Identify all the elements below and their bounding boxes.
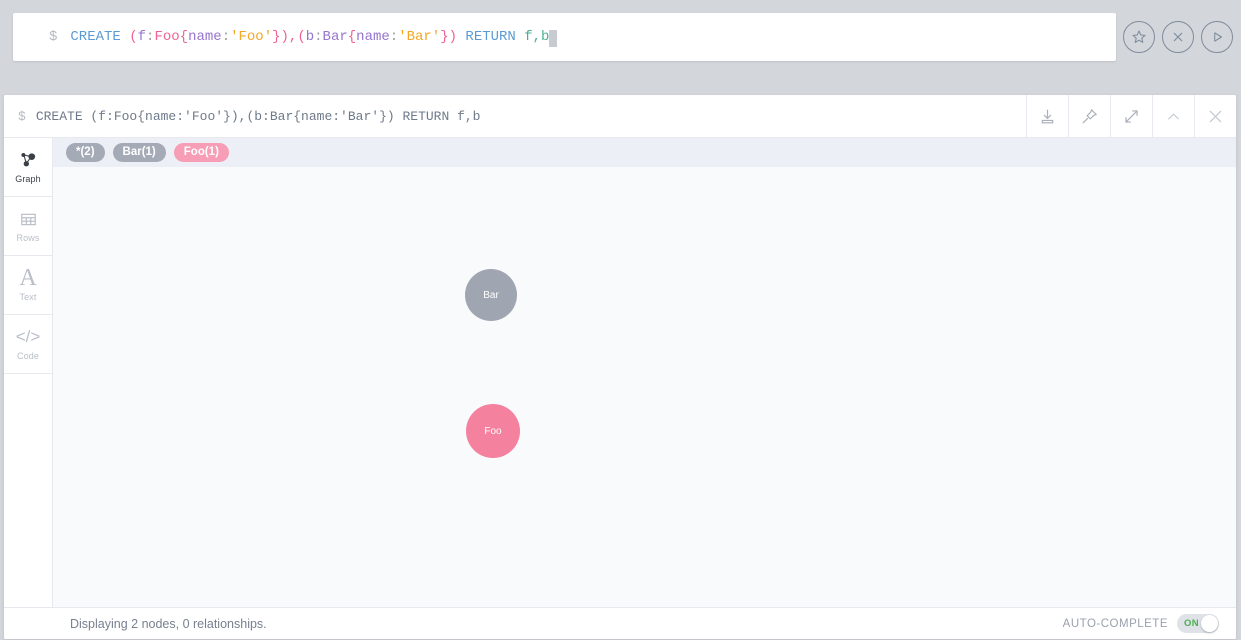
autocomplete-label: AUTO-COMPLETE	[1063, 618, 1168, 630]
sidebar-item-text[interactable]: A Text	[4, 256, 52, 315]
query-token-16: Bar	[323, 29, 348, 45]
code-icon: </>	[16, 327, 41, 347]
query-token-2: (	[129, 29, 137, 45]
status-message: Displaying 2 nodes, 0 relationships.	[70, 617, 267, 631]
editor-action-buttons	[1123, 13, 1233, 61]
graph-view: *(2) Bar(1) Foo(1) Bar Foo	[53, 138, 1236, 609]
pin-icon	[1080, 107, 1099, 126]
query-token-24: RETURN	[465, 29, 515, 45]
label-chip[interactable]: Foo(1)	[174, 143, 229, 162]
query-token-0: CREATE	[70, 29, 120, 45]
toggle-knob	[1201, 615, 1218, 632]
query-token-18: name	[356, 29, 390, 45]
query-token-21: }	[440, 29, 448, 45]
editor-prompt: $	[49, 30, 57, 44]
sidebar-item-text-label: Text	[20, 292, 37, 302]
autocomplete-toggle[interactable]: ON	[1177, 614, 1219, 633]
sidebar-item-graph-label: Graph	[15, 174, 41, 184]
frame-body: Graph Rows A Text	[4, 138, 1236, 609]
download-icon	[1038, 107, 1057, 126]
query-editor[interactable]: $ CREATE (f:Foo{name:'Foo'}),(b:Bar{name…	[13, 13, 1116, 61]
query-token-5: Foo	[154, 29, 179, 45]
query-token-8: :	[222, 29, 230, 45]
query-token-11: )	[281, 29, 289, 45]
graph-node[interactable]: Foo	[466, 404, 520, 458]
query-token-15: :	[314, 29, 322, 45]
query-editor-bar: $ CREATE (f:Foo{name:'Foo'}),(b:Bar{name…	[0, 0, 1241, 74]
editor-query-text[interactable]: CREATE (f:Foo{name:'Foo'}),(b:Bar{name:'…	[70, 30, 549, 44]
frame-action-buttons	[1026, 95, 1236, 137]
sidebar-item-code-label: Code	[17, 351, 39, 361]
collapse-button[interactable]	[1152, 95, 1194, 137]
table-icon	[18, 210, 39, 229]
query-token-26: f,b	[524, 29, 549, 45]
sidebar-item-rows-label: Rows	[17, 233, 40, 243]
graph-icon	[17, 150, 39, 170]
sidebar-item-rows[interactable]: Rows	[4, 197, 52, 256]
frame-prompt: $	[18, 109, 26, 124]
sidebar-item-code[interactable]: </> Code	[4, 315, 52, 374]
close-icon	[1206, 107, 1225, 126]
expand-icon	[1122, 107, 1141, 126]
text-caret	[549, 30, 557, 47]
chevron-up-icon	[1164, 107, 1183, 126]
result-frame: $ CREATE (f:Foo{name:'Foo'}),(b:Bar{name…	[4, 95, 1236, 639]
autocomplete-control: AUTO-COMPLETE ON	[1063, 614, 1219, 633]
text-icon: A	[19, 268, 36, 288]
clear-button[interactable]	[1162, 21, 1194, 53]
query-token-1	[121, 29, 129, 45]
query-token-7: name	[188, 29, 222, 45]
query-token-3: f	[138, 29, 146, 45]
run-button[interactable]	[1201, 21, 1233, 53]
autocomplete-state-label: ON	[1184, 618, 1199, 629]
frame-header: $ CREATE (f:Foo{name:'Foo'}),(b:Bar{name…	[4, 95, 1236, 138]
pin-button[interactable]	[1068, 95, 1110, 137]
star-icon	[1130, 28, 1148, 46]
query-token-14: b	[306, 29, 314, 45]
query-token-25	[516, 29, 524, 45]
query-token-17: {	[348, 29, 356, 45]
favorite-button[interactable]	[1123, 21, 1155, 53]
query-token-9: 'Foo'	[230, 29, 272, 45]
query-token-10: }	[272, 29, 280, 45]
download-button[interactable]	[1026, 95, 1068, 137]
graph-canvas[interactable]: Bar Foo	[53, 167, 1236, 609]
graph-node[interactable]: Bar	[465, 269, 517, 321]
fullscreen-button[interactable]	[1110, 95, 1152, 137]
label-chips-bar: *(2) Bar(1) Foo(1)	[53, 138, 1236, 167]
view-type-sidebar: Graph Rows A Text	[4, 138, 53, 609]
query-token-13: (	[297, 29, 305, 45]
close-button[interactable]	[1194, 95, 1236, 137]
status-bar: Displaying 2 nodes, 0 relationships. AUT…	[4, 607, 1236, 639]
play-icon	[1208, 28, 1226, 46]
query-token-19: :	[390, 29, 398, 45]
query-token-6: {	[180, 29, 188, 45]
sidebar-item-graph[interactable]: Graph	[4, 138, 52, 197]
query-token-20: 'Bar'	[398, 29, 440, 45]
label-chip[interactable]: Bar(1)	[113, 143, 166, 162]
query-token-22: )	[449, 29, 457, 45]
label-chip[interactable]: *(2)	[66, 143, 105, 162]
close-circle-icon	[1169, 28, 1187, 46]
frame-query-text: CREATE (f:Foo{name:'Foo'}),(b:Bar{name:'…	[36, 109, 481, 124]
